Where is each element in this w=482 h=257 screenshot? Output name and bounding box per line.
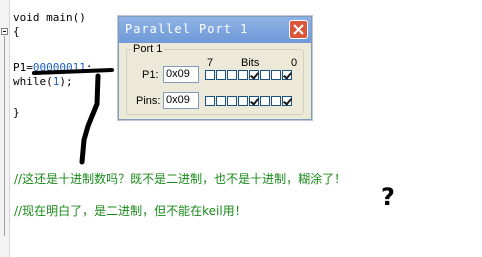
- while-end: );: [59, 75, 73, 88]
- parallel-port-dialog[interactable]: Parallel Port 1 Port 1 7 Bits 0 P1: 0x09…: [118, 16, 312, 120]
- binary-literal: 00000011: [32, 61, 86, 74]
- pins-bit-7-checkbox[interactable]: [205, 96, 215, 106]
- dialog-title: Parallel Port 1: [125, 22, 249, 36]
- pins-bit-3-checkbox[interactable]: [249, 96, 259, 106]
- code-line-1: void main(): [13, 11, 86, 24]
- pins-bit-6-checkbox[interactable]: [216, 96, 226, 106]
- pins-bit-4-checkbox[interactable]: [238, 96, 248, 106]
- code-line-3: P1=00000011;: [13, 61, 92, 74]
- pins-bit-0-checkbox[interactable]: [282, 96, 292, 106]
- close-icon: [293, 24, 304, 35]
- pins-bit-5-checkbox[interactable]: [227, 96, 237, 106]
- p1-bit-7-checkbox[interactable]: [205, 70, 215, 80]
- p1-bit-0-checkbox[interactable]: [282, 70, 292, 80]
- assign-target: P1=: [13, 61, 33, 74]
- p1-label: P1:: [142, 69, 159, 81]
- p1-bit-6-checkbox[interactable]: [216, 70, 226, 80]
- comment-line-1: //这还是十进制数吗？既不是二进制，也不是十进制，糊涂了！: [14, 172, 347, 186]
- bit-high-label: 7: [207, 57, 214, 69]
- pins-bit-2-checkbox[interactable]: [260, 96, 270, 106]
- pins-bit-1-checkbox[interactable]: [271, 96, 281, 106]
- p1-bit-3-checkbox[interactable]: [249, 70, 259, 80]
- code-line-4: while(1);: [13, 75, 73, 88]
- while-keyword: while(: [13, 75, 53, 88]
- p1-value-field[interactable]: 0x09: [163, 66, 199, 83]
- fold-guide-line: [4, 36, 5, 236]
- close-button[interactable]: [289, 20, 308, 39]
- p1-bit-4-checkbox[interactable]: [238, 70, 248, 80]
- bit-low-label: 0: [291, 57, 298, 69]
- fold-toggle-icon[interactable]: [1, 28, 8, 35]
- port-group-label: Port 1: [131, 43, 165, 55]
- p1-bit-2-checkbox[interactable]: [260, 70, 270, 80]
- code-line-5: }: [13, 106, 20, 119]
- code-line-2: {: [13, 25, 20, 38]
- bits-label: Bits: [241, 57, 260, 69]
- pins-label: Pins:: [136, 95, 161, 107]
- editor-gutter: [0, 0, 10, 257]
- p1-bit-5-checkbox[interactable]: [227, 70, 237, 80]
- comment-line-2: //现在明白了，是二进制，但不能在keil用！: [14, 204, 247, 218]
- pins-value-field[interactable]: 0x09: [163, 92, 199, 109]
- dialog-titlebar[interactable]: Parallel Port 1: [119, 17, 311, 43]
- p1-bit-1-checkbox[interactable]: [271, 70, 281, 80]
- statement-end: ;: [85, 61, 93, 74]
